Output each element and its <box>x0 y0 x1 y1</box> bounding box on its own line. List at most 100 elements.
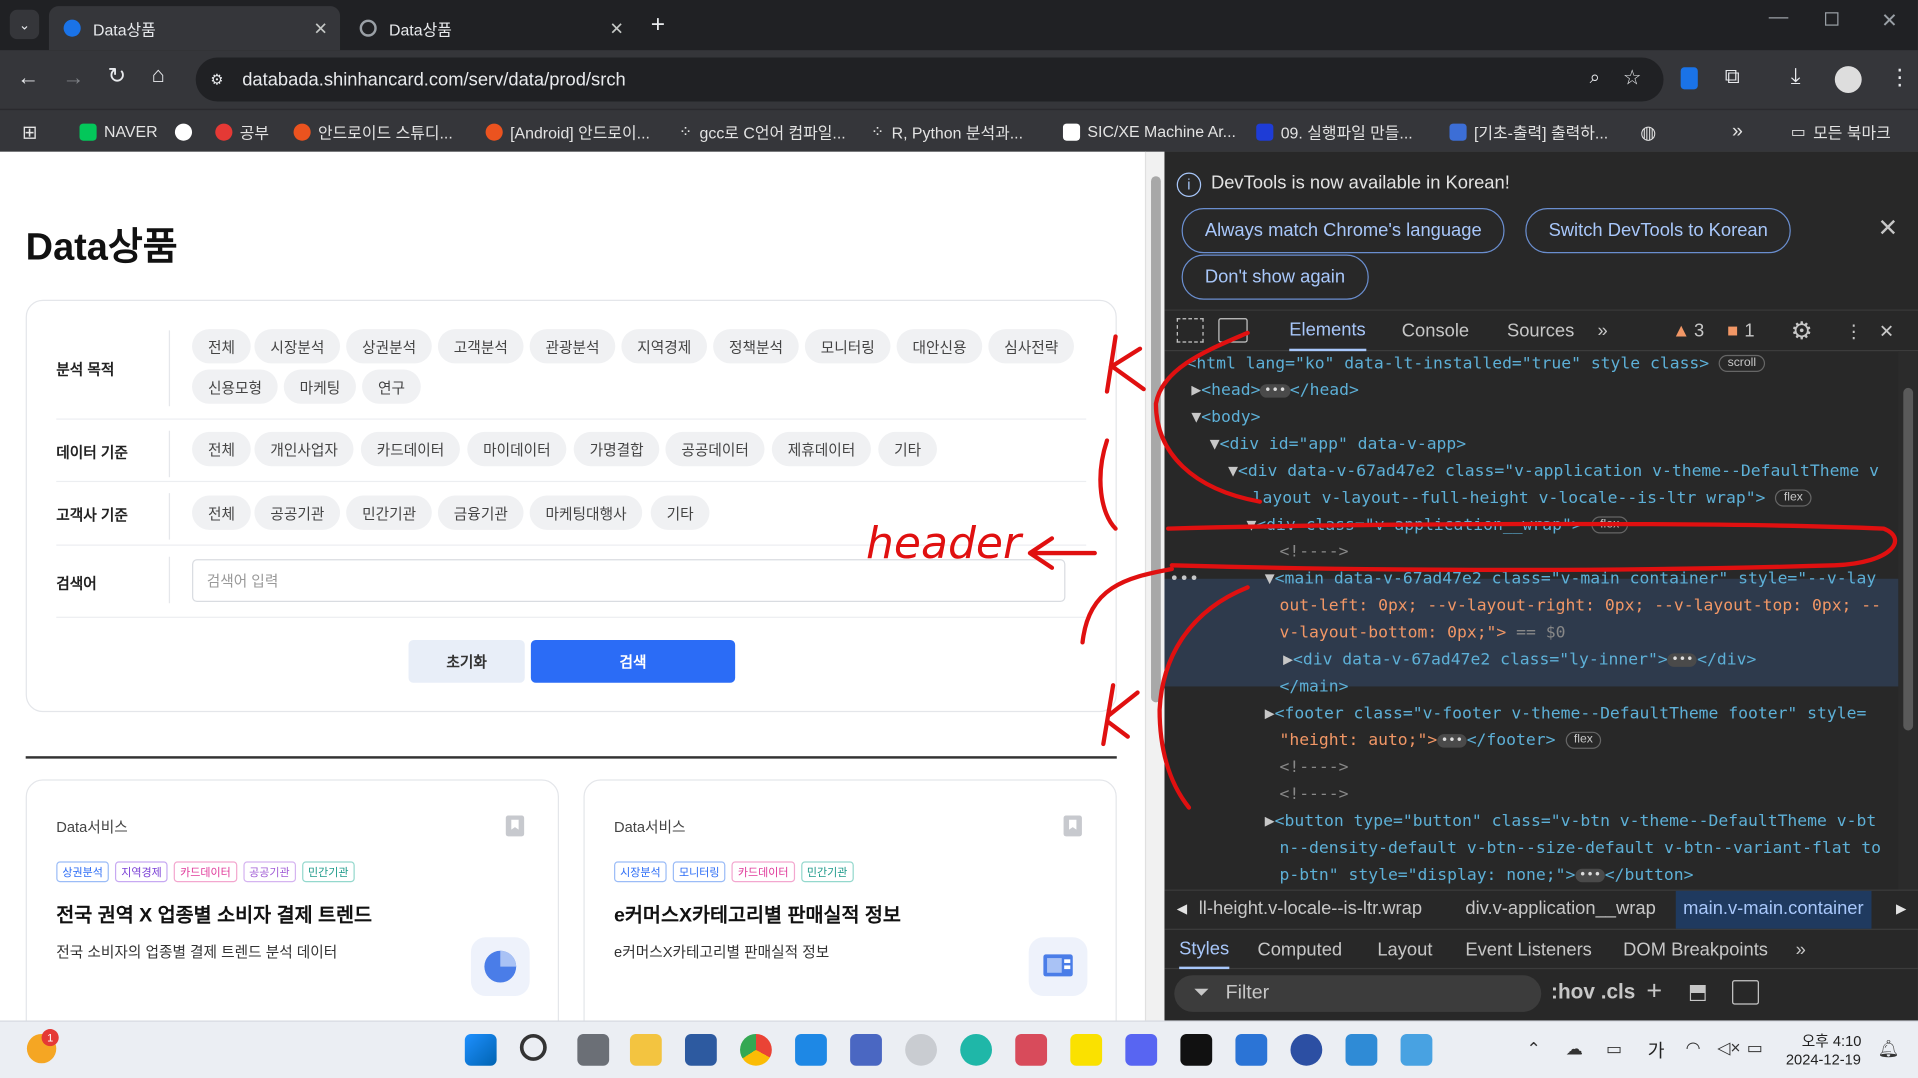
dom-line[interactable]: ▼<div id="app" data-v-app> <box>1210 432 1466 459</box>
inspect-element-icon[interactable] <box>1176 318 1204 343</box>
bookmark-icon[interactable] <box>505 815 525 837</box>
app-icon[interactable] <box>684 1033 717 1066</box>
dom-scrollbar[interactable] <box>1898 351 1918 890</box>
tab-console[interactable]: Console <box>1402 311 1469 351</box>
tab-dom-breakpoints[interactable]: DOM Breakpoints <box>1623 930 1768 969</box>
filter-option-pill[interactable]: 고객분석 <box>437 329 524 364</box>
device-toolbar-icon[interactable] <box>1218 318 1248 343</box>
filter-option-pill[interactable]: 마케팅대행사 <box>529 495 643 530</box>
dom-line[interactable]: <html lang="ko" data-lt-installed="true"… <box>1187 351 1765 378</box>
filter-option-pill[interactable]: 상권분석 <box>346 329 432 364</box>
filter-option-pill[interactable]: 전체 <box>192 495 251 530</box>
zoom-icon[interactable]: ⌕ <box>1590 67 1600 88</box>
collapsed-ellipsis[interactable]: ••• <box>1260 383 1290 398</box>
reset-button[interactable]: 초기화 <box>408 639 525 683</box>
bookmark-sicxe[interactable]: SIC/XE Machine Ar... <box>1062 110 1236 153</box>
node-actions-icon[interactable]: ••• <box>1169 567 1199 594</box>
close-window-button[interactable]: ✕ <box>1881 9 1897 33</box>
filter-option-pill[interactable]: 기타 <box>878 431 938 467</box>
filter-option-pill[interactable]: 제휴데이터 <box>771 431 872 467</box>
search-icon[interactable] <box>519 1033 547 1061</box>
expand-arrow-icon[interactable]: ▶ <box>1265 812 1275 830</box>
extensions-icon[interactable]: ⧉ <box>1725 65 1740 89</box>
collapsed-ellipsis[interactable]: ••• <box>1437 733 1467 748</box>
more-subtabs-icon[interactable]: » <box>1796 930 1806 969</box>
dom-line[interactable]: <!----> <box>1279 755 1348 782</box>
all-bookmarks-folder[interactable]: ▭ 모든 북마크 <box>1791 110 1891 153</box>
bookmark-android[interactable]: [Android] 안드로이... <box>485 110 650 153</box>
filter-option-pill[interactable]: 모니터링 <box>804 329 891 364</box>
volume-icon[interactable]: ◁× <box>1717 1038 1740 1059</box>
styles-filter-input[interactable]: Filter <box>1174 975 1542 1012</box>
breadcrumb-item-active[interactable]: main.v-main.container <box>1675 890 1871 929</box>
filter-option-pill[interactable]: 개인사업자 <box>254 431 354 467</box>
new-tab-button[interactable]: + <box>651 11 665 39</box>
page-scrollbar[interactable] <box>1144 151 1165 1021</box>
intellij-icon[interactable] <box>1180 1033 1213 1066</box>
filter-option-pill[interactable]: 정책분석 <box>713 329 799 364</box>
dom-line[interactable]: n--density-default v-btn--size-default v… <box>1279 836 1881 863</box>
filter-option-pill[interactable]: 전체 <box>192 329 251 364</box>
dom-line[interactable]: ▶<div data-v-67ad47e2 class="ly-inner"> •… <box>1283 647 1756 674</box>
notification-bell-icon[interactable]: 🔔︎ <box>1878 1039 1900 1060</box>
filter-option-pill[interactable]: 심사전략 <box>988 329 1075 364</box>
onedrive-icon[interactable]: ☁ <box>1566 1039 1583 1060</box>
chrome-icon[interactable] <box>740 1033 772 1066</box>
paint-icon[interactable]: ⬒ <box>1688 980 1708 1004</box>
snipping-icon[interactable] <box>1015 1033 1048 1066</box>
minimize-button[interactable]: — <box>1769 7 1789 29</box>
search-input[interactable]: 검색어 입력 <box>192 559 1066 603</box>
clock-time[interactable]: 오후 4:10 <box>1802 1030 1862 1051</box>
error-count[interactable]: ■ 1 <box>1727 311 1754 351</box>
flex-badge[interactable]: flex <box>1591 516 1628 534</box>
reload-icon[interactable]: ↻ <box>108 64 126 90</box>
apps-grid-icon[interactable]: ⊞ <box>22 110 37 153</box>
download-icon[interactable]: ⤓ <box>1791 64 1801 90</box>
always-match-language-button[interactable]: Always match Chrome's language <box>1181 208 1505 254</box>
battery-icon[interactable]: ▭ <box>1747 1038 1763 1059</box>
bookmark-icon[interactable] <box>1063 815 1083 837</box>
dom-line-selected[interactable]: v-layout-bottom: 0px;"> == $0 <box>1279 620 1565 647</box>
breadcrumb-right-icon[interactable]: ▶ <box>1896 901 1906 917</box>
expand-arrow-icon[interactable]: ▶ <box>1265 705 1275 723</box>
filter-option-pill[interactable]: 카드데이터 <box>360 431 461 467</box>
close-devtools-icon[interactable]: ✕ <box>1879 311 1894 351</box>
dom-line-selected[interactable]: out-left: 0px; --v-layout-right: 0px; --… <box>1279 593 1881 620</box>
dom-line[interactable]: ▼<body> <box>1191 405 1260 432</box>
dom-line[interactable]: <!----> <box>1279 540 1348 567</box>
filter-option-pill[interactable]: 가명결합 <box>573 431 660 467</box>
app-icon[interactable] <box>1235 1033 1268 1066</box>
clock-date[interactable]: 2024-12-19 <box>1786 1051 1861 1068</box>
toggle-sidebar-icon[interactable] <box>1732 980 1759 1005</box>
back-icon[interactable]: ← <box>17 65 39 91</box>
tab-sources[interactable]: Sources <box>1507 311 1574 351</box>
forward-icon[interactable]: → <box>62 65 84 91</box>
menu-icon[interactable]: ⋮ <box>1889 65 1911 91</box>
dom-line[interactable]: ▶<head> ••• </head> <box>1191 378 1359 405</box>
breadcrumb-item[interactable]: div.v-application__wrap <box>1465 898 1655 919</box>
close-tab-icon[interactable]: ✕ <box>609 18 623 39</box>
tab-event-listeners[interactable]: Event Listeners <box>1465 930 1591 969</box>
scroll-badge[interactable]: scroll <box>1719 354 1765 372</box>
filter-option-pill[interactable]: 연구 <box>362 369 421 404</box>
extension-shield-icon[interactable] <box>1680 67 1698 90</box>
collapse-arrow-icon[interactable]: ▼ <box>1210 436 1220 454</box>
discord-icon[interactable] <box>1125 1033 1158 1066</box>
filter-option-pill[interactable]: 신용모형 <box>192 369 278 404</box>
filter-option-pill[interactable]: 기타 <box>650 495 710 530</box>
bookmark-naver[interactable]: NAVER <box>79 110 158 153</box>
add-rule-icon[interactable]: + <box>1646 975 1662 1007</box>
flex-badge[interactable]: flex <box>1775 489 1812 507</box>
collapse-arrow-icon[interactable]: ▼ <box>1246 516 1256 534</box>
home-icon[interactable]: ⌂ <box>152 62 165 88</box>
search-button[interactable]: 검색 <box>530 639 736 683</box>
vscode-icon[interactable] <box>795 1033 827 1066</box>
filter-option-pill[interactable]: 마이데이터 <box>467 431 567 467</box>
dom-line[interactable]: -layout v-layout--full-height v-locale--… <box>1243 486 1812 513</box>
kakaotalk-icon[interactable] <box>1070 1033 1103 1066</box>
dom-line[interactable]: ▼<div class="v-application__wrap"> flex <box>1246 513 1628 540</box>
profile-avatar[interactable] <box>1834 66 1862 93</box>
restore-button[interactable] <box>1825 12 1839 26</box>
wifi-icon[interactable]: ◠ <box>1686 1038 1701 1059</box>
filter-option-pill[interactable]: 민간기관 <box>346 495 432 530</box>
